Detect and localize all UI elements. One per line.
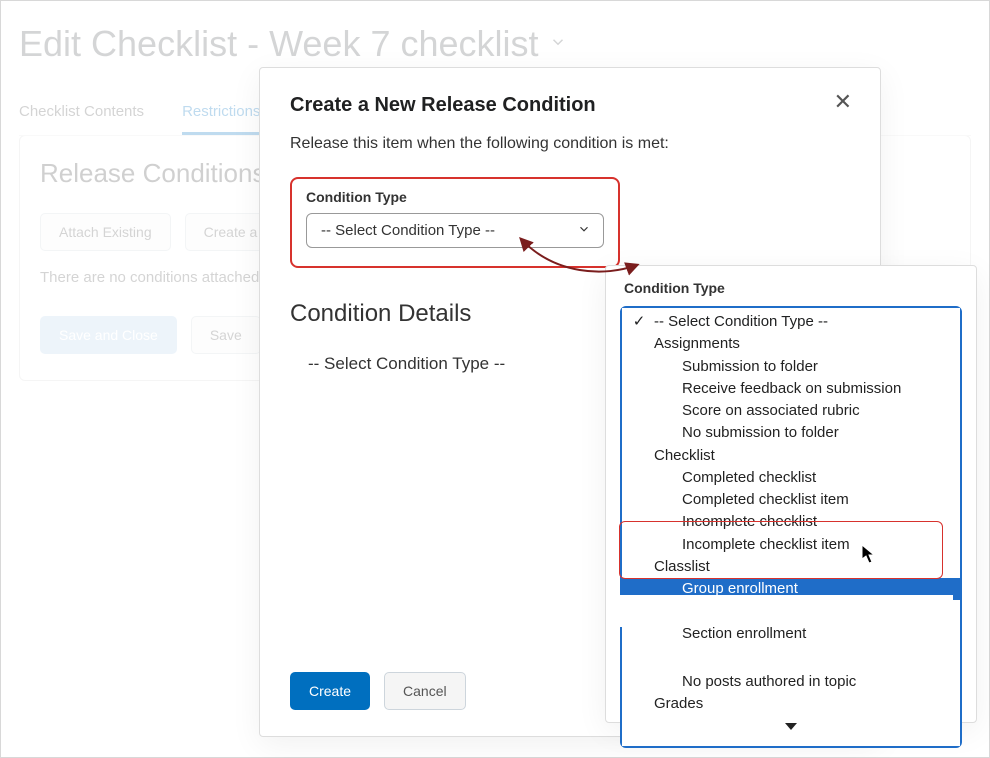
condition-type-select[interactable]: -- Select Condition Type -- <box>306 213 604 248</box>
option-label: Checklist <box>654 446 715 466</box>
option-row[interactable]: Section enrollment <box>622 623 960 645</box>
option-row[interactable]: Checklist <box>622 445 960 467</box>
option-label: Submission to folder <box>682 357 818 377</box>
option-row[interactable]: Assignments <box>622 333 960 355</box>
modal-title: Create a New Release Condition <box>290 94 850 117</box>
page-title: Edit Checklist - Week 7 checklist <box>19 23 539 65</box>
option-row[interactable]: Grades <box>622 693 960 715</box>
option-label: Incomplete checklist item <box>682 535 850 555</box>
option-label: Classlist <box>654 557 710 577</box>
option-row[interactable]: Score on associated rubric <box>622 400 960 422</box>
condition-type-listbox[interactable]: ✓ -- Select Condition Type --Assignments S… <box>622 308 960 746</box>
condition-type-select-value: -- Select Condition Type -- <box>321 222 495 239</box>
option-row[interactable]: Group enrollment <box>622 578 960 600</box>
option-label: Score on associated rubric <box>682 401 860 421</box>
condition-type-dropdown-inset: Condition Type ✓ -- Select Condition Type… <box>605 265 977 723</box>
inset-condition-type-label: Condition Type <box>620 280 962 300</box>
option-label: No submission to folder <box>682 423 839 443</box>
condition-type-label: Condition Type <box>306 185 604 213</box>
tab-restrictions[interactable]: Restrictions <box>182 95 260 135</box>
option-label: Section enrollment <box>682 624 806 644</box>
option-label: Completed checklist item <box>682 490 849 510</box>
attach-existing-button[interactable]: Attach Existing <box>40 213 171 251</box>
create-button[interactable]: Create <box>290 672 370 710</box>
close-icon[interactable]: ✕ <box>828 90 858 114</box>
save-button[interactable]: Save <box>191 316 261 354</box>
option-row[interactable]: No submission to folder <box>622 422 960 444</box>
option-label: -- Select Condition Type -- <box>654 312 828 332</box>
option-row[interactable]: ✓ -- Select Condition Type -- <box>622 311 960 333</box>
option-label: Group enrollment <box>682 579 798 599</box>
option-label: No posts authored in topic <box>682 672 856 692</box>
save-and-close-button[interactable]: Save and Close <box>40 316 177 354</box>
option-label: Assignments <box>654 334 740 354</box>
option-label: Grades <box>654 694 703 714</box>
title-caret-icon[interactable] <box>549 33 567 56</box>
option-label: Receive feedback on submission <box>682 379 901 399</box>
option-row[interactable]: No posts authored in topic <box>622 671 960 693</box>
option-row[interactable]: Completed checklist <box>622 467 960 489</box>
scroll-more-icon[interactable] <box>622 715 960 743</box>
modal-subtitle: Release this item when the following con… <box>290 135 850 153</box>
option-label: Completed checklist <box>682 468 816 488</box>
option-row[interactable]: Completed checklist item <box>622 489 960 511</box>
cancel-button[interactable]: Cancel <box>384 672 466 710</box>
option-row[interactable]: Incomplete checklist <box>622 511 960 533</box>
option-label: Incomplete checklist <box>682 512 817 532</box>
tab-checklist-contents[interactable]: Checklist Contents <box>19 95 144 135</box>
option-row[interactable]: Classlist <box>622 556 960 578</box>
option-label: Org unit enrollment <box>682 601 810 621</box>
option-row[interactable]: Receive feedback on submission <box>622 378 960 400</box>
check-icon: ✓ <box>632 312 646 332</box>
option-row[interactable]: Submission to folder <box>622 356 960 378</box>
option-row[interactable]: Incomplete checklist item <box>622 534 960 556</box>
option-row[interactable]: Org unit enrollment <box>622 600 960 622</box>
chevron-down-icon <box>577 222 591 240</box>
condition-type-fieldset: Condition Type -- Select Condition Type … <box>290 177 620 268</box>
